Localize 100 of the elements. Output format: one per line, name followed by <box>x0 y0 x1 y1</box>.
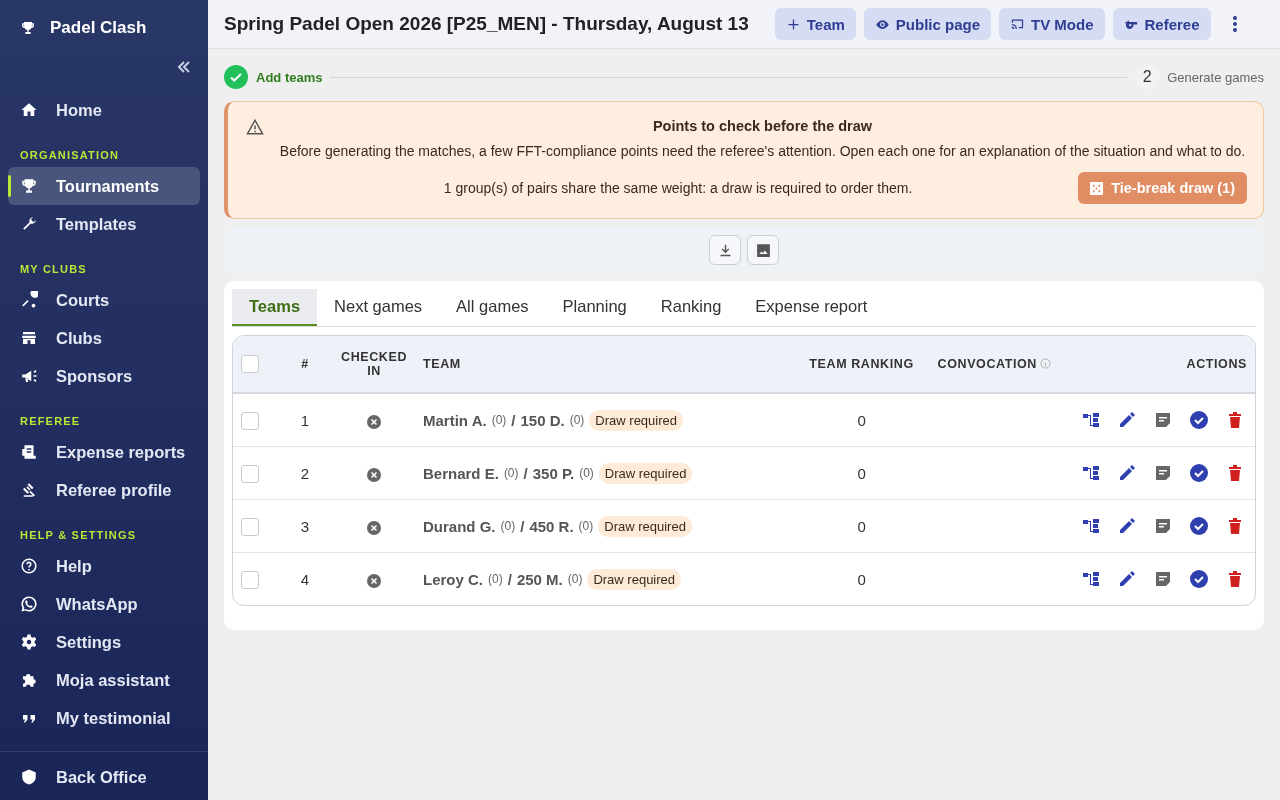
gavel-icon <box>20 481 38 499</box>
trophy-icon <box>20 177 38 195</box>
sidebar-item[interactable]: Clubs <box>8 319 200 357</box>
check-circle-icon[interactable] <box>1189 516 1209 536</box>
header-button[interactable]: TV Mode <box>999 8 1105 40</box>
sidebar-item[interactable]: Moja assistant <box>8 661 200 699</box>
column-header: TEAM <box>423 357 461 371</box>
receipt-icon <box>20 443 38 461</box>
collapse-sidebar-button[interactable] <box>176 59 192 75</box>
section-heading: ORGANISATION <box>19 148 121 163</box>
settings-icon <box>20 633 38 651</box>
team-separator: / <box>511 411 516 429</box>
note-icon[interactable] <box>1153 463 1173 483</box>
sidebar-item[interactable]: Referee profile <box>8 471 200 509</box>
column-header: CHECKED IN <box>341 350 407 378</box>
edit-icon[interactable] <box>1117 463 1137 483</box>
tab[interactable]: Expense report <box>738 289 885 326</box>
check-circle-icon[interactable] <box>1189 463 1209 483</box>
tab[interactable]: Next games <box>317 289 440 326</box>
row-checkbox[interactable] <box>241 570 259 589</box>
column-header: TEAM RANKING <box>809 357 914 371</box>
store-icon <box>20 329 38 347</box>
status-badge: Draw required <box>589 409 683 431</box>
row-checkbox[interactable] <box>241 411 259 430</box>
sidebar-item[interactable]: Sponsors <box>8 357 200 395</box>
player-points: (0) <box>578 519 594 533</box>
warning-icon <box>246 118 264 136</box>
player-name: Durand G. <box>423 517 496 535</box>
player-name: 350 P. <box>532 464 575 482</box>
edit-icon[interactable] <box>1117 516 1137 536</box>
team-separator: / <box>523 464 528 482</box>
player-points: (0) <box>488 572 503 586</box>
sidebar-item[interactable]: Expense reports <box>8 433 200 471</box>
team-ranking: 0 <box>857 411 866 429</box>
player-points: (0) <box>503 466 519 480</box>
status-badge: Draw required <box>587 568 682 590</box>
info-icon <box>1040 358 1051 369</box>
page-title: Spring Padel Open 2026 [P25_MEN] - Thursday, August 13 <box>224 13 749 35</box>
header-button[interactable]: Public page <box>863 8 991 40</box>
player-points: (0) <box>579 466 594 480</box>
check-circle-icon[interactable] <box>1189 569 1209 589</box>
sidebar-item[interactable]: My testimonial <box>8 699 200 737</box>
column-header: # <box>301 357 309 371</box>
edit-icon[interactable] <box>1117 569 1137 589</box>
sidebar-item[interactable]: WhatsApp <box>8 585 200 623</box>
section-heading: MY CLUBS <box>19 262 88 277</box>
sidebar-item[interactable]: Tournaments <box>8 167 200 205</box>
row-number: 4 <box>300 570 310 588</box>
download-button[interactable] <box>709 235 741 265</box>
hierarchy-icon[interactable] <box>1081 410 1101 430</box>
player-name: Martin A. <box>423 411 487 429</box>
tab[interactable]: Ranking <box>643 289 739 326</box>
sidebar-item[interactable]: Courts <box>8 281 200 319</box>
check-circle-icon[interactable] <box>1189 410 1209 430</box>
image-icon <box>754 241 772 259</box>
row-checkbox[interactable] <box>241 517 259 536</box>
sidebar-item[interactable]: Settings <box>8 623 200 661</box>
section-heading: REFEREE <box>19 414 82 429</box>
chat-bubble-icon <box>20 595 38 613</box>
hierarchy-icon[interactable] <box>1081 463 1101 483</box>
row-checkbox[interactable] <box>241 464 259 483</box>
warning-note: 1 group(s) of pairs share the same weight: a draw is required to order them. <box>442 180 914 196</box>
column-header: ACTIONS <box>1186 357 1247 371</box>
megaphone-icon <box>20 367 38 385</box>
wrench-icon <box>20 215 38 233</box>
player-name: 450 R. <box>529 517 574 535</box>
image-button[interactable] <box>747 235 779 265</box>
trophy-icon <box>20 19 36 37</box>
note-icon[interactable] <box>1153 516 1173 536</box>
tab[interactable]: All games <box>439 289 546 326</box>
header-button[interactable]: Referee <box>1112 8 1211 40</box>
tab[interactable]: Teams <box>232 289 318 326</box>
player-points: (0) <box>567 572 583 586</box>
status-badge: Draw required <box>598 515 692 537</box>
step-label: Generate games <box>1167 69 1264 85</box>
shield-icon <box>20 768 38 786</box>
section-heading: HELP & SETTINGS <box>19 528 138 543</box>
status-badge: Draw required <box>598 462 693 484</box>
team-ranking: 0 <box>857 517 866 535</box>
row-number: 3 <box>300 517 310 535</box>
app-name: Padel Clash <box>50 18 147 38</box>
sidebar-item[interactable]: Help <box>8 547 200 585</box>
hierarchy-icon[interactable] <box>1081 569 1101 589</box>
hierarchy-icon[interactable] <box>1081 516 1101 536</box>
sidebar-item[interactable]: Back Office <box>8 758 200 796</box>
note-icon[interactable] <box>1153 410 1173 430</box>
warning-title: Points to check before the draw <box>652 118 873 134</box>
select-all-checkbox[interactable] <box>241 355 259 373</box>
step-label: Add teams <box>256 69 323 85</box>
tab[interactable]: Planning <box>545 289 644 326</box>
sidebar-item[interactable]: Templates <box>8 205 200 243</box>
edit-icon[interactable] <box>1117 410 1137 430</box>
row-number: 1 <box>300 411 310 429</box>
player-points: (0) <box>500 519 516 533</box>
player-points: (0) <box>569 413 585 427</box>
header-button[interactable]: Team <box>774 8 856 40</box>
warning-message: Before generating the matches, a few FFT-compliance points need the referee's attention. Open each one for an explanation of the situation and what to do. <box>279 142 1246 161</box>
sidebar-item[interactable]: Home <box>8 91 200 129</box>
note-icon[interactable] <box>1153 569 1173 589</box>
player-name: 250 M. <box>516 570 563 588</box>
